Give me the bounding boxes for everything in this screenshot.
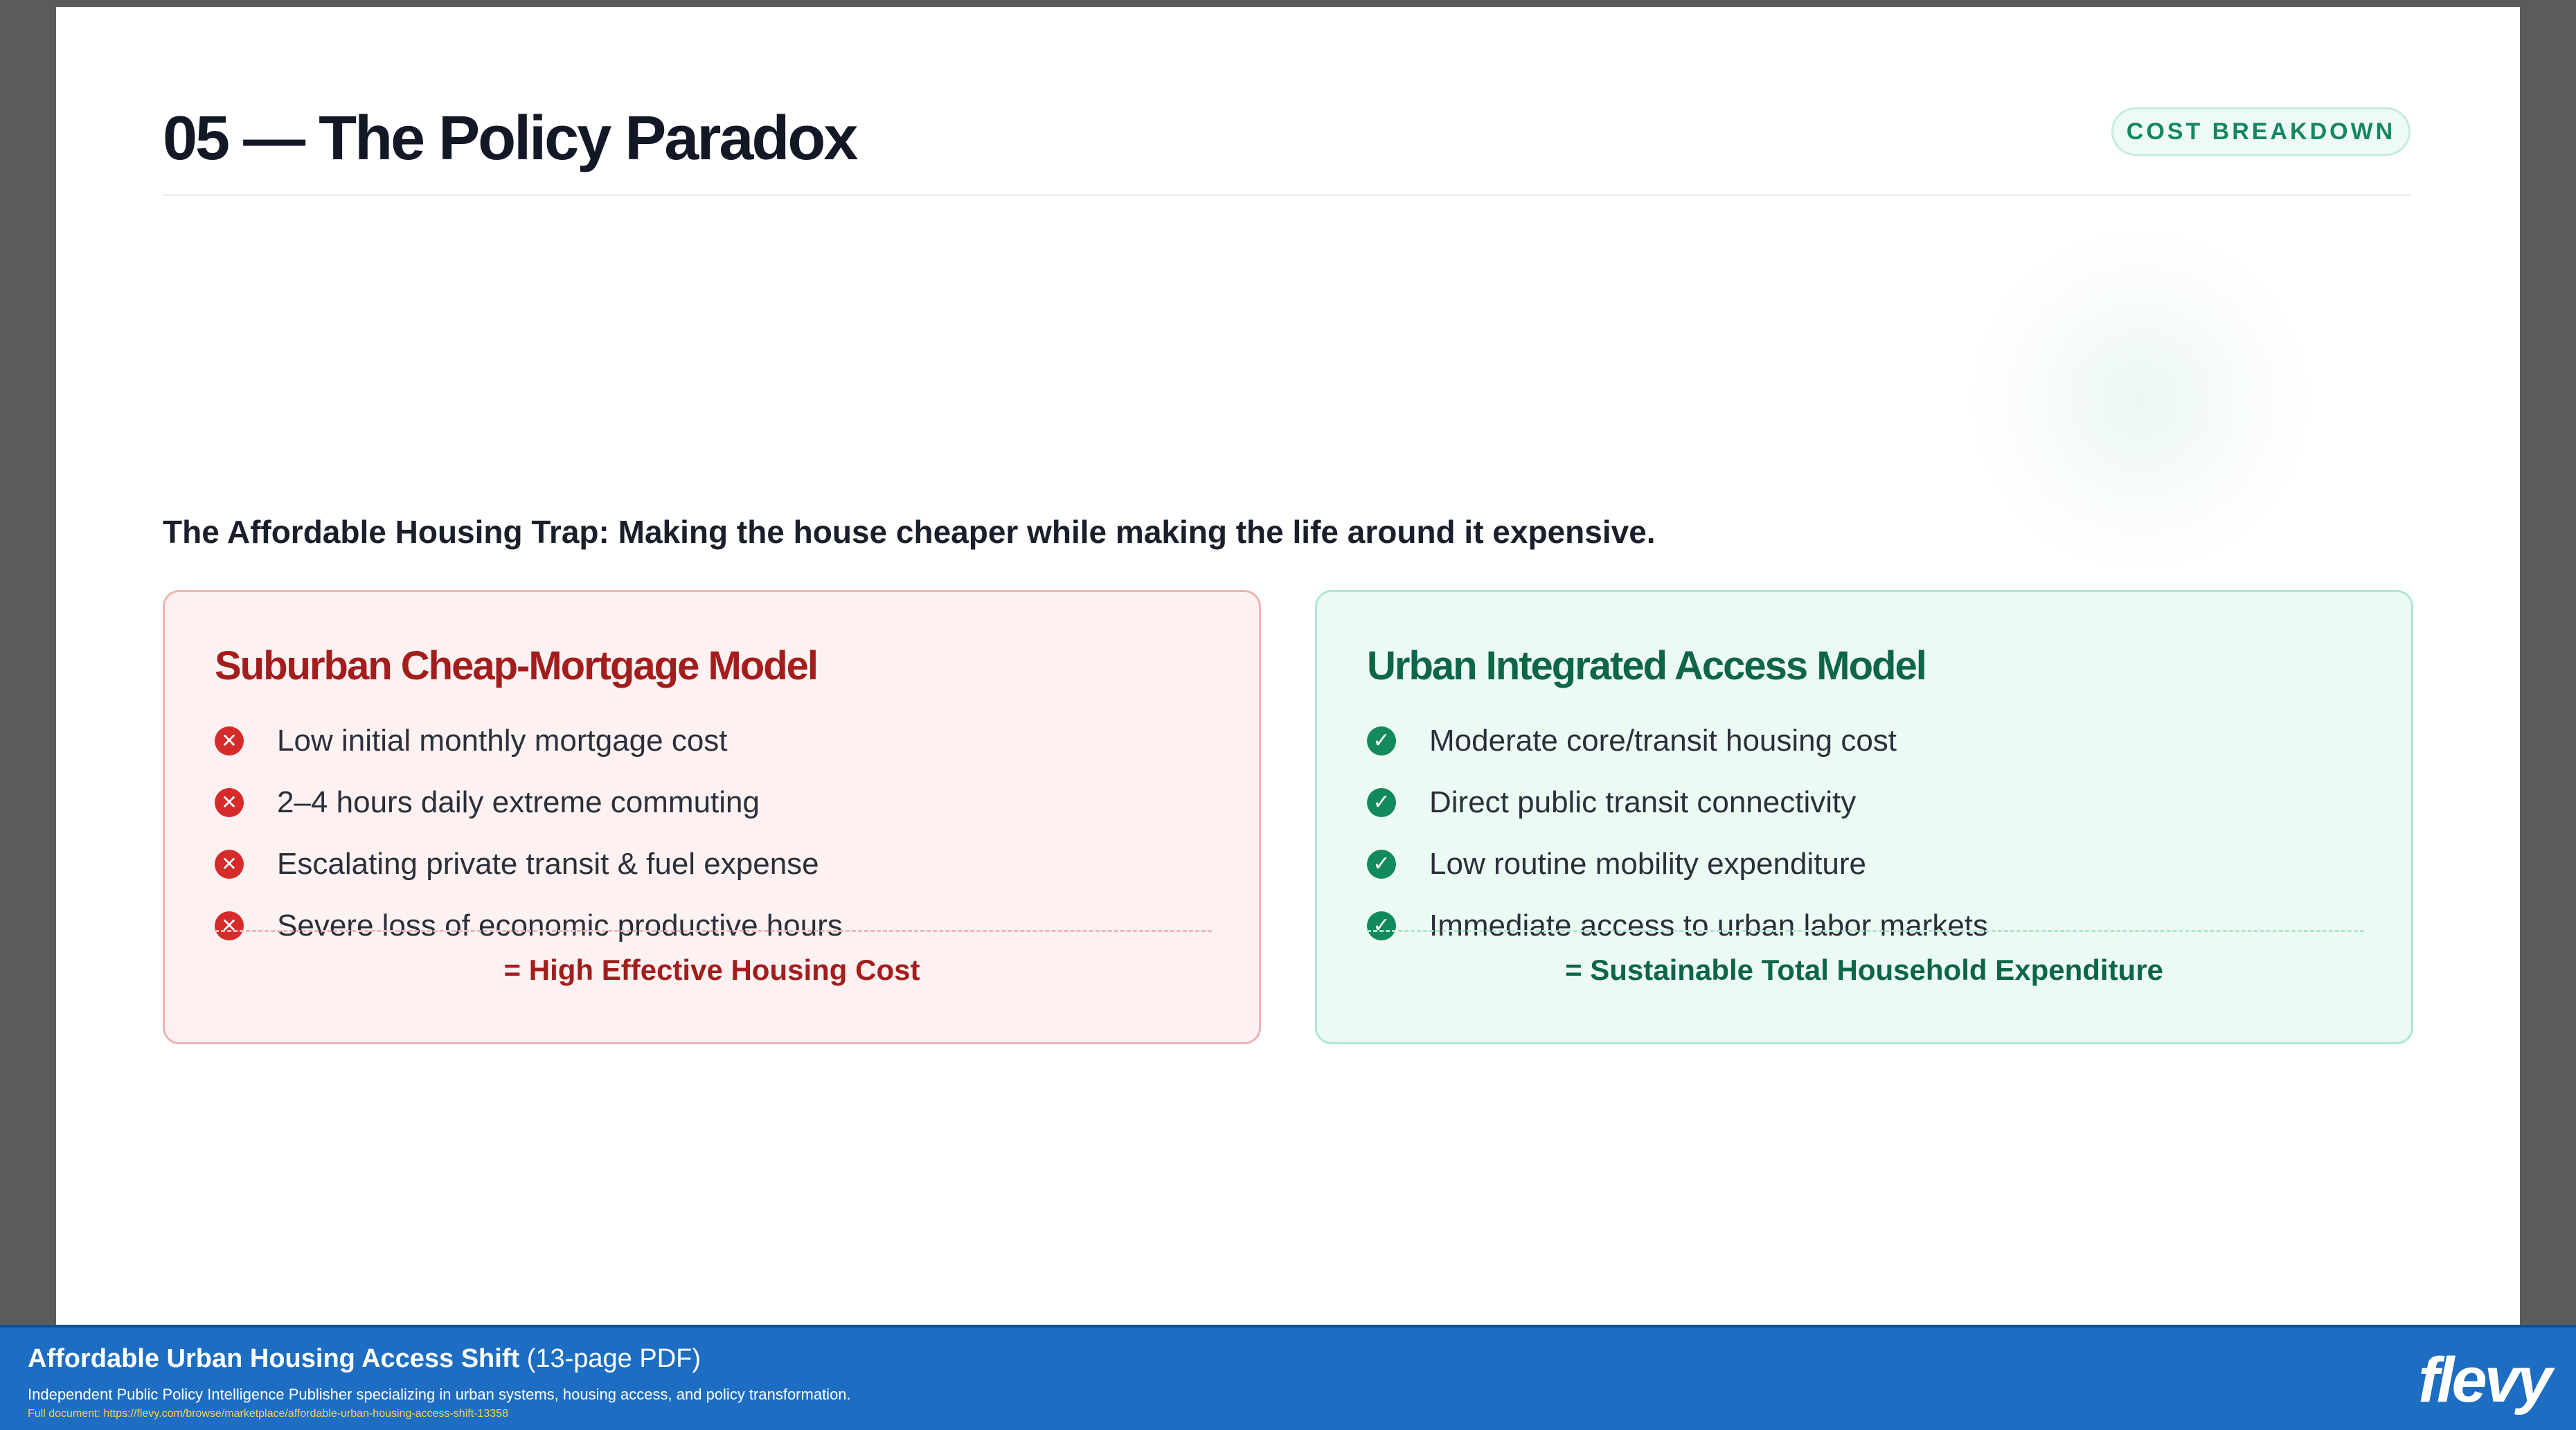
slide: 05 — The Policy Paradox COST BREAKDOWN T… (56, 7, 2520, 1326)
suburban-card-title: Suburban Cheap-Mortgage Model (215, 643, 819, 688)
item-text: Low initial monthly mortgage cost (277, 723, 728, 758)
dashed-divider (215, 930, 1212, 932)
urban-item-list: ✓ Moderate core/transit housing cost ✓ D… (1367, 710, 2364, 956)
x-circle-icon: ✕ (215, 911, 244, 940)
cost-breakdown-badge: COST BREAKDOWN (2111, 107, 2410, 156)
list-item: ✕ 2–4 hours daily extreme commuting (215, 771, 1212, 833)
x-circle-icon: ✕ (215, 787, 244, 817)
list-item: ✕ Low initial monthly mortgage cost (215, 710, 1212, 771)
list-item: ✕ Escalating private transit & fuel expe… (215, 833, 1212, 895)
document-footer-banner: Affordable Urban Housing Access Shift (1… (0, 1325, 2576, 1430)
suburban-model-card: Suburban Cheap-Mortgage Model ✕ Low init… (163, 590, 1261, 1044)
urban-total: = Sustainable Total Household Expenditur… (1565, 954, 2163, 986)
item-text: Escalating private transit & fuel expens… (277, 846, 819, 881)
suburban-total: = High Effective Housing Cost (503, 954, 920, 986)
slide-title: 05 — The Policy Paradox (163, 104, 858, 173)
item-text: Severe loss of economic productive hours (277, 908, 843, 942)
dashed-divider (1367, 930, 2364, 932)
item-text: Low routine mobility expenditure (1429, 846, 1867, 881)
list-item: ✓ Moderate core/transit housing cost (1367, 710, 2364, 771)
suburban-item-list: ✕ Low initial monthly mortgage cost ✕ 2–… (215, 710, 1212, 956)
x-circle-icon: ✕ (215, 726, 244, 756)
list-item: ✓ Direct public transit connectivity (1367, 771, 2364, 833)
check-circle-icon: ✓ (1367, 849, 1396, 879)
publisher-description: Independent Public Policy Intelligence P… (28, 1386, 851, 1403)
flevy-logo[interactable]: flevy (2418, 1348, 2552, 1412)
list-item: ✓ Immediate access to urban labor market… (1367, 895, 2364, 956)
list-item: ✕ Severe loss of economic productive hou… (215, 895, 1212, 956)
item-text: 2–4 hours daily extreme commuting (277, 785, 760, 819)
urban-model-card: Urban Integrated Access Model ✓ Moderate… (1315, 590, 2413, 1044)
x-circle-icon: ✕ (215, 849, 244, 879)
list-item: ✓ Low routine mobility expenditure (1367, 833, 2364, 895)
page-count: (13-page PDF) (526, 1344, 701, 1373)
item-text: Immediate access to urban labor markets (1429, 908, 1989, 942)
full-document-link[interactable]: Full document: https://flevy.com/browse/… (28, 1408, 508, 1420)
check-circle-icon: ✓ (1367, 726, 1396, 756)
check-circle-icon: ✓ (1367, 787, 1396, 817)
slide-subtitle: The Affordable Housing Trap: Making the … (163, 514, 1656, 550)
title-divider (163, 194, 2410, 196)
check-circle-icon: ✓ (1367, 911, 1396, 940)
document-title-text: Affordable Urban Housing Access Shift (28, 1344, 520, 1373)
decorative-circle (1967, 227, 2314, 573)
document-title: Affordable Urban Housing Access Shift (1… (28, 1344, 701, 1374)
item-text: Moderate core/transit housing cost (1429, 723, 1897, 758)
item-text: Direct public transit connectivity (1429, 785, 1857, 819)
urban-card-title: Urban Integrated Access Model (1367, 643, 1927, 688)
